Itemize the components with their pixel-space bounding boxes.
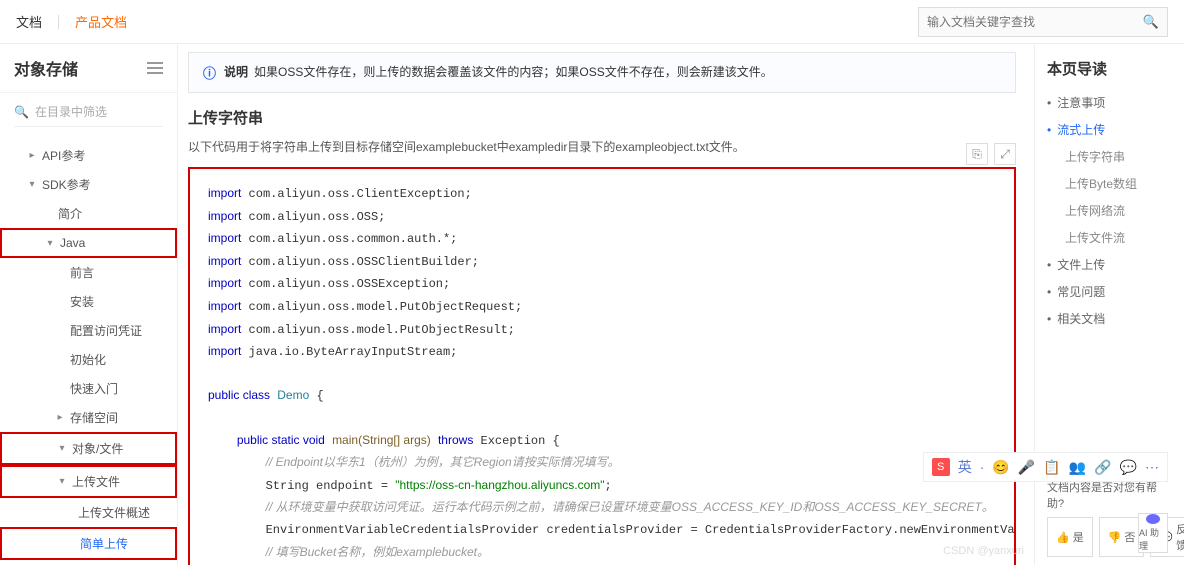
copy-icon[interactable]: ⎘ — [966, 143, 988, 165]
top-bar: 文档 产品文档 🔍 — [0, 0, 1184, 44]
nav-item[interactable]: 安装 — [0, 287, 177, 316]
search-icon[interactable]: 🔍 — [1143, 14, 1159, 30]
toc-title: 本页导读 — [1047, 58, 1172, 79]
filter-icon: 🔍 — [14, 105, 29, 119]
section-desc: 以下代码用于将字符串上传到目标存储空间examplebucket中example… — [188, 138, 1016, 155]
toc-list: 注意事项流式上传上传字符串上传Byte数组上传网络流上传文件流文件上传常见问题相… — [1047, 89, 1172, 332]
nav-item[interactable]: ▾Java — [0, 228, 177, 258]
nav-item[interactable]: 快速入门 — [0, 374, 177, 403]
watermark: CSDN @yanxuri — [943, 545, 1024, 557]
ai-assistant[interactable]: AI 助理 — [1138, 513, 1168, 553]
nav-item[interactable]: ▾对象/文件 — [0, 432, 177, 465]
fb-yes[interactable]: 👍 是 — [1047, 517, 1093, 557]
nav-item[interactable]: ▸存储空间 — [0, 403, 177, 432]
right-panel: 本页导读 注意事项流式上传上传字符串上传Byte数组上传网络流上传文件流文件上传… — [1034, 44, 1184, 565]
collapse-icon[interactable] — [147, 62, 163, 74]
nav-item[interactable]: 简单上传 — [0, 527, 177, 560]
nav-item[interactable]: 上传文件概述 — [0, 498, 177, 527]
nav-doc[interactable]: 文档 — [16, 12, 42, 31]
nav-item[interactable]: ▾SDK参考 — [0, 170, 177, 199]
expand-icon[interactable]: ⤢ — [994, 143, 1016, 165]
info-icon: ⓘ — [203, 63, 216, 82]
toc-item[interactable]: 上传Byte数组 — [1047, 170, 1172, 197]
nav-item[interactable]: 初始化 — [0, 345, 177, 374]
search-box[interactable]: 🔍 — [918, 7, 1168, 37]
nav-item[interactable]: 前言 — [0, 258, 177, 287]
toc-item[interactable]: 上传文件流 — [1047, 224, 1172, 251]
sidebar-filter[interactable]: 🔍 在目录中筛选 — [14, 103, 163, 127]
section-title: 上传字符串 — [188, 107, 1016, 128]
nav-item[interactable]: 配置访问凭证 — [0, 316, 177, 345]
toc-item[interactable]: 相关文档 — [1047, 305, 1172, 332]
nav-item[interactable]: 表单上传 — [0, 560, 177, 565]
notice-box: ⓘ 说明如果OSS文件存在，则上传的数据会覆盖该文件的内容；如果OSS文件不存在… — [188, 52, 1016, 93]
nav-item[interactable]: 简介 — [0, 199, 177, 228]
toc-item[interactable]: 常见问题 — [1047, 278, 1172, 305]
nav-item[interactable]: ▸API参考 — [0, 141, 177, 170]
main-content: ⓘ 说明如果OSS文件存在，则上传的数据会覆盖该文件的内容；如果OSS文件不存在… — [178, 44, 1034, 565]
divider — [58, 15, 59, 29]
toc-item[interactable]: 文件上传 — [1047, 251, 1172, 278]
toc-item[interactable]: 上传字符串 — [1047, 143, 1172, 170]
toc-item[interactable]: 上传网络流 — [1047, 197, 1172, 224]
nav-item[interactable]: ▾上传文件 — [0, 465, 177, 498]
ime-dock[interactable]: S英·😊🎤📋👥🔗💬⋯ — [923, 452, 1168, 482]
code-block[interactable]: import com.aliyun.oss.ClientException; i… — [188, 167, 1016, 565]
toc-item[interactable]: 注意事项 — [1047, 89, 1172, 116]
toc-item[interactable]: 流式上传 — [1047, 116, 1172, 143]
nav-product-doc[interactable]: 产品文档 — [75, 12, 127, 31]
nav-tree: ▸API参考▾SDK参考简介▾Java前言安装配置访问凭证初始化快速入门▸存储空… — [0, 137, 177, 565]
sidebar-title: 对象存储 — [14, 56, 78, 80]
sidebar: 对象存储 🔍 在目录中筛选 ▸API参考▾SDK参考简介▾Java前言安装配置访… — [0, 44, 178, 565]
search-input[interactable] — [927, 15, 1143, 29]
